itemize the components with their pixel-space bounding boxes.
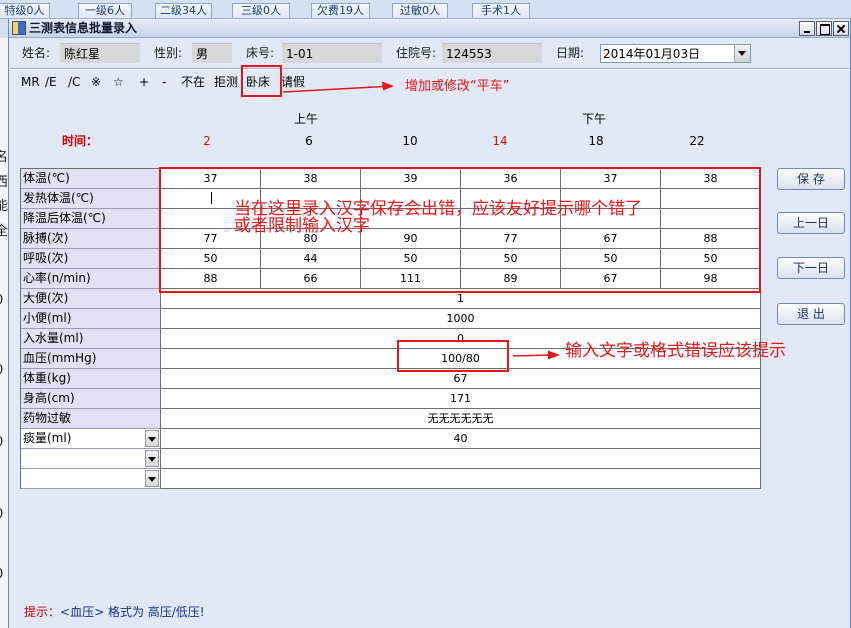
hint-text: <血压> 格式为 高压/低压!	[60, 605, 205, 619]
toolbar-mr-button[interactable]: MR	[21, 75, 40, 89]
row-label-drug-allergy: 药物过敏	[21, 409, 161, 429]
bed-value: 1-01	[286, 47, 314, 61]
time-label: 时间：	[62, 134, 99, 148]
hint-prefix: 提示：	[24, 605, 61, 619]
toolbar-minus-button[interactable]: -	[162, 75, 166, 89]
title-bar[interactable]: 三测表信息批量录入	[9, 19, 850, 38]
background-edge-char: 名	[0, 150, 8, 165]
morning-label: 上午	[294, 112, 319, 126]
row-label-temperature: 体温(℃)	[21, 169, 161, 189]
date-label: 日期:	[556, 46, 585, 60]
background-tab[interactable]: 欠费19人	[311, 3, 370, 18]
time-slot: 22	[689, 134, 705, 148]
background-tab[interactable]: 特级0人	[0, 3, 50, 18]
toolbar-reference-mark-button[interactable]: ※	[91, 75, 101, 89]
background-tab[interactable]: 过敏0人	[392, 3, 448, 18]
format-hint: 提示：<血压> 格式为 高压/低压!	[24, 605, 205, 619]
bed-label: 床号:	[246, 46, 275, 60]
toolbar-star-button[interactable]: ☆	[113, 75, 124, 89]
background-edge-char: 0	[0, 364, 3, 378]
minimize-icon[interactable]	[799, 21, 815, 36]
background-tab[interactable]: 二级34人	[155, 3, 212, 18]
name-value: 陈红星	[64, 47, 101, 61]
toolbar-leave-button[interactable]: 请假	[281, 75, 305, 89]
date-picker[interactable]: 2014年01月03日	[600, 44, 751, 63]
row-selector-label: 痰量(ml)	[23, 431, 72, 445]
row-label-height: 身高(cm)	[21, 389, 161, 409]
maximize-icon[interactable]	[816, 21, 832, 36]
time-slot: 10	[402, 134, 418, 148]
background-edge-char: 0	[0, 294, 3, 308]
afternoon-label: 下午	[582, 112, 607, 126]
exit-button[interactable]: 退 出	[777, 303, 845, 325]
time-slot: 14	[492, 134, 508, 148]
toolbar-slash-e-button[interactable]: /E	[45, 75, 57, 89]
window-title: 三测表信息批量录入	[29, 21, 138, 35]
weight-cell[interactable]: 67	[161, 369, 761, 389]
previous-day-button[interactable]: 上一日	[777, 212, 845, 234]
toolbar-plus-button[interactable]: +	[139, 75, 149, 89]
background-edge-char: 全	[0, 224, 8, 239]
annotation-bp-note: 输入文字或格式错误应该提示	[565, 341, 786, 361]
background-edge-char: 0	[0, 568, 3, 582]
time-slot: 2	[203, 134, 211, 148]
extra-1-cell[interactable]	[161, 449, 761, 469]
date-value: 2014年01月03日	[603, 47, 701, 61]
row-label-urine: 小便(ml)	[21, 309, 161, 329]
annotation-box-bedridden	[241, 65, 282, 97]
save-button[interactable]: 保 存	[777, 168, 845, 190]
height-cell[interactable]: 171	[161, 389, 761, 409]
annotation-box-blood-pressure	[397, 340, 509, 372]
drug-allergy-cell[interactable]: 无无无无无无	[161, 409, 761, 429]
row-label-fever-temperature: 发热体温(℃)	[21, 189, 161, 209]
bed-field: 1-01	[282, 43, 382, 63]
gender-field: 男	[192, 43, 232, 63]
background-tab[interactable]: 三级0人	[232, 3, 290, 18]
admission-field: 124553	[442, 43, 542, 63]
annotation-grid-note-line2: 或者限制输入汉字	[234, 216, 370, 236]
row-selector-sputum[interactable]: 痰量(ml)	[21, 429, 161, 449]
extra-2-cell[interactable]	[161, 469, 761, 489]
name-field: 陈红星	[60, 43, 140, 63]
admission-label: 住院号:	[396, 46, 437, 60]
background-window-tab-strip: 特级0人 一级6人 二级34人 三级0人 欠费19人 过敏0人 手术1人	[0, 0, 851, 19]
row-label-heart-rate: 心率(n/min)	[21, 269, 161, 289]
background-edge-char: 西	[0, 175, 8, 190]
name-label: 姓名:	[22, 46, 51, 60]
next-day-button[interactable]: 下一日	[777, 257, 845, 279]
row-selector-extra-2[interactable]	[21, 469, 161, 489]
annotation-toolbar-note: 增加或修改“平车”	[405, 79, 510, 94]
gender-label: 性别:	[154, 46, 183, 60]
row-selector-extra-1[interactable]	[21, 449, 161, 469]
sputum-cell[interactable]: 40	[161, 429, 761, 449]
toolbar-slash-c-button[interactable]: /C	[68, 75, 80, 89]
background-window-edge: 名西能全/00000	[0, 38, 8, 628]
background-edge-char: 能	[0, 199, 8, 214]
row-label-pulse: 脉搏(次)	[21, 229, 161, 249]
gender-value: 男	[196, 47, 209, 61]
row-label-water-intake: 入水量(ml)	[21, 329, 161, 349]
row-label-post-cooling-temperature: 降温后体温(℃)	[21, 209, 161, 229]
row-label-blood-pressure: 血压(mmHg)	[21, 349, 161, 369]
chevron-down-icon[interactable]	[145, 470, 159, 487]
chevron-down-icon[interactable]	[145, 450, 159, 467]
background-edge-char: 0	[0, 508, 3, 522]
row-label-stool: 大便(次)	[21, 289, 161, 309]
form-icon	[12, 21, 26, 35]
time-slot: 6	[305, 134, 313, 148]
chevron-down-icon[interactable]	[145, 430, 159, 447]
separator	[10, 68, 850, 70]
toolbar-refused-button[interactable]: 拒测	[214, 75, 238, 89]
chevron-down-icon[interactable]	[734, 45, 750, 62]
toolbar-absent-button[interactable]: 不在	[181, 75, 205, 89]
urine-cell[interactable]: 1000	[161, 309, 761, 329]
background-tab[interactable]: 一级6人	[78, 3, 132, 18]
row-label-respiration: 呼吸(次)	[21, 249, 161, 269]
row-label-weight: 体重(kg)	[21, 369, 161, 389]
time-slot: 18	[588, 134, 604, 148]
close-icon[interactable]	[833, 21, 849, 36]
background-tab[interactable]: 手术1人	[472, 3, 530, 18]
background-edge-char: 0	[0, 436, 3, 450]
admission-value: 124553	[446, 47, 492, 61]
